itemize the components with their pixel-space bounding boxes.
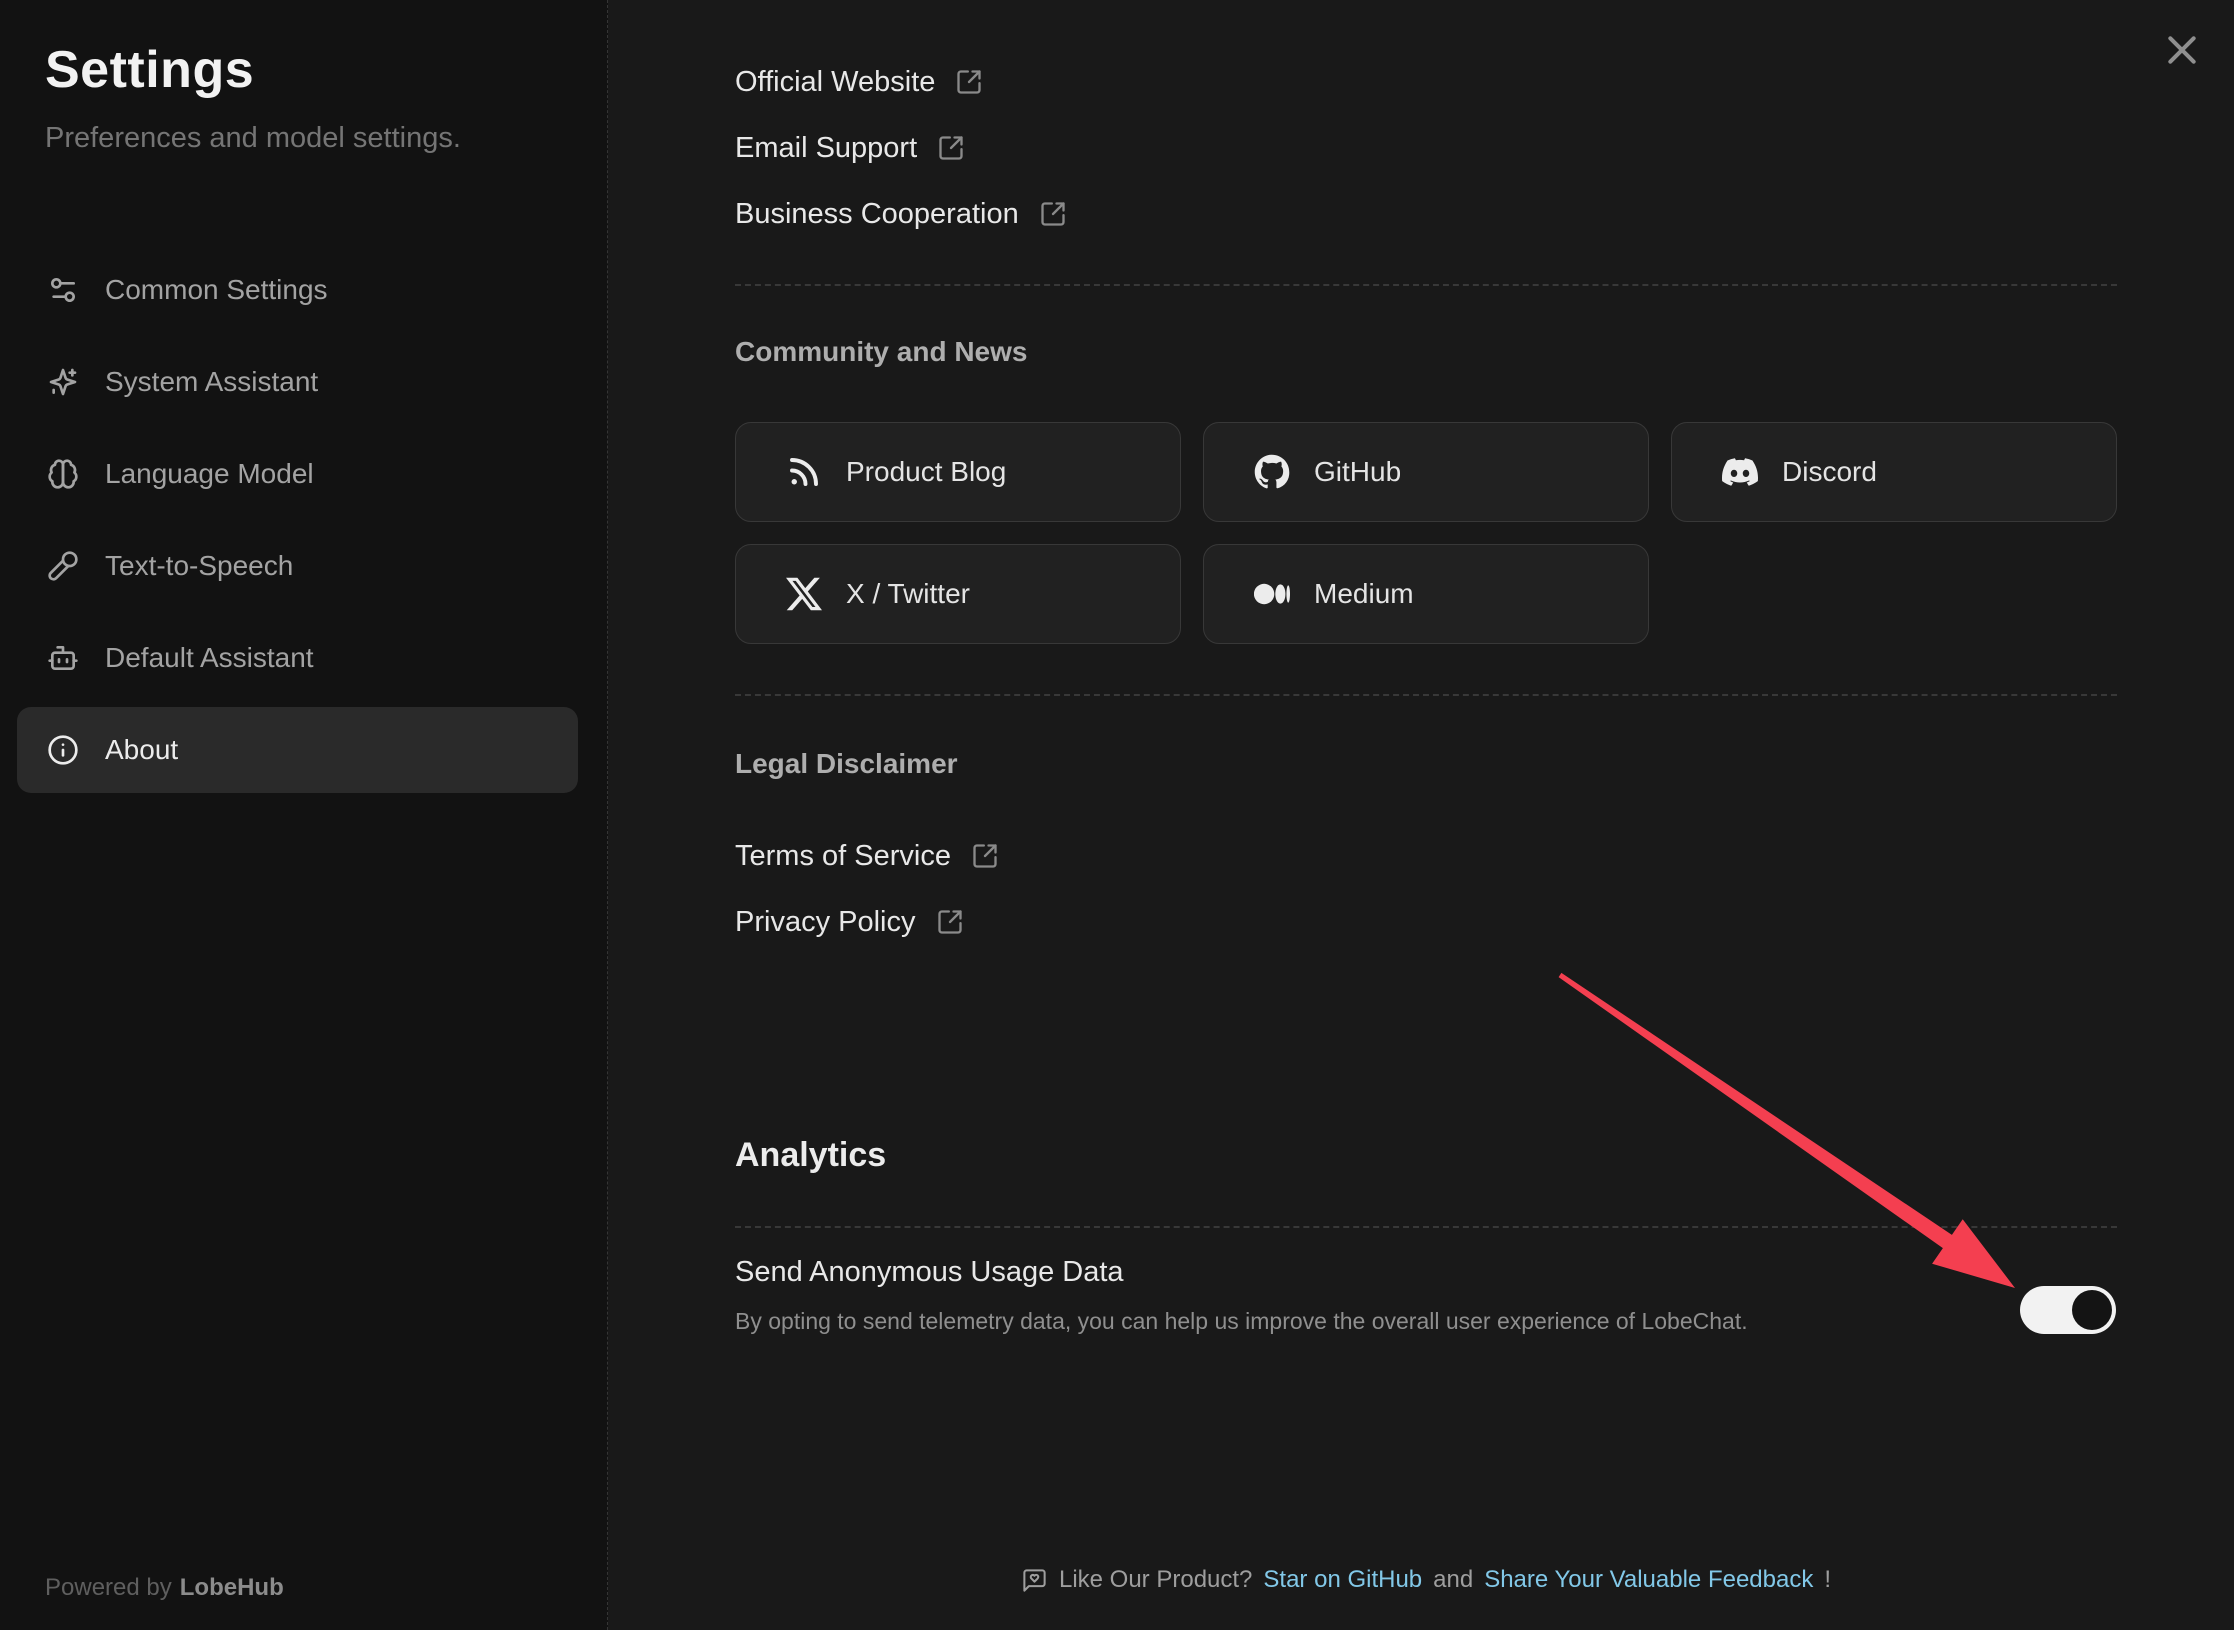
share-feedback-link[interactable]: Share Your Valuable Feedback bbox=[1484, 1566, 1813, 1594]
sidebar-item-label: Common Settings bbox=[105, 274, 328, 306]
usage-data-toggle[interactable] bbox=[2020, 1286, 2116, 1334]
external-link-icon bbox=[955, 68, 983, 96]
email-support-link[interactable]: Email Support bbox=[735, 126, 965, 170]
github-icon bbox=[1254, 454, 1290, 490]
sidebar-item-language-model[interactable]: Language Model bbox=[17, 431, 578, 517]
x-twitter-icon bbox=[786, 576, 822, 612]
sidebar: Settings Preferences and model settings.… bbox=[0, 0, 608, 1630]
discord-icon bbox=[1722, 454, 1758, 490]
main-footer: Like Our Product? Star on GitHub and Sha… bbox=[735, 1560, 2117, 1600]
business-cooperation-link[interactable]: Business Cooperation bbox=[735, 192, 1067, 236]
medium-button[interactable]: Medium bbox=[1203, 544, 1649, 644]
sidebar-item-label: Default Assistant bbox=[105, 642, 314, 674]
star-on-github-link[interactable]: Star on GitHub bbox=[1263, 1566, 1422, 1594]
brain-icon bbox=[47, 458, 79, 490]
analytics-title: Analytics bbox=[735, 1136, 886, 1175]
sidebar-item-common-settings[interactable]: Common Settings bbox=[17, 247, 578, 333]
external-link-icon bbox=[971, 842, 999, 870]
section-divider bbox=[735, 694, 2117, 696]
sidebar-item-text-to-speech[interactable]: Text-to-Speech bbox=[17, 523, 578, 609]
sidebar-item-label: Text-to-Speech bbox=[105, 550, 293, 582]
lobehub-brand-link[interactable]: LobeHub bbox=[180, 1574, 284, 1601]
sidebar-item-label: System Assistant bbox=[105, 366, 318, 398]
external-link-icon bbox=[937, 134, 965, 162]
discord-button[interactable]: Discord bbox=[1671, 422, 2117, 522]
legal-disclaimer-title: Legal Disclaimer bbox=[735, 748, 958, 780]
about-panel: Contact Us Official Website Email Suppor… bbox=[608, 0, 2234, 1630]
sidebar-item-about[interactable]: About bbox=[17, 707, 578, 793]
sidebar-item-label: About bbox=[105, 734, 178, 766]
sparkles-icon bbox=[47, 366, 79, 398]
section-divider bbox=[735, 1226, 2117, 1228]
official-website-link[interactable]: Official Website bbox=[735, 60, 983, 104]
about-content: Contact Us Official Website Email Suppor… bbox=[735, 0, 2117, 1630]
community-news-title: Community and News bbox=[735, 336, 1027, 368]
medium-icon bbox=[1254, 576, 1290, 612]
settings-modal: Settings Preferences and model settings.… bbox=[0, 0, 2234, 1630]
section-divider bbox=[735, 284, 2117, 286]
x-twitter-button[interactable]: X / Twitter bbox=[735, 544, 1181, 644]
external-link-icon bbox=[936, 908, 964, 936]
sliders-icon bbox=[47, 274, 79, 306]
info-icon bbox=[47, 734, 79, 766]
close-icon bbox=[2162, 30, 2202, 70]
footer-prefix: Like Our Product? bbox=[1059, 1566, 1252, 1594]
usage-data-description: By opting to send telemetry data, you ca… bbox=[735, 1308, 1748, 1335]
external-link-icon bbox=[1039, 200, 1067, 228]
privacy-policy-link[interactable]: Privacy Policy bbox=[735, 900, 964, 944]
community-buttons: Product Blog GitHub Discord bbox=[735, 422, 2117, 644]
sidebar-item-system-assistant[interactable]: System Assistant bbox=[17, 339, 578, 425]
terms-of-service-link[interactable]: Terms of Service bbox=[735, 834, 999, 878]
product-blog-button[interactable]: Product Blog bbox=[735, 422, 1181, 522]
mic-icon bbox=[47, 550, 79, 582]
github-button[interactable]: GitHub bbox=[1203, 422, 1649, 522]
bot-icon bbox=[47, 642, 79, 674]
page-subtitle: Preferences and model settings. bbox=[45, 122, 461, 155]
feedback-heart-icon bbox=[1021, 1567, 1048, 1594]
powered-by: Powered by LobeHub bbox=[45, 1574, 284, 1602]
contact-us-title: Contact Us bbox=[735, 0, 883, 6]
rss-icon bbox=[786, 454, 822, 490]
toggle-knob bbox=[2072, 1290, 2112, 1330]
sidebar-item-default-assistant[interactable]: Default Assistant bbox=[17, 615, 578, 701]
close-button[interactable] bbox=[2156, 24, 2208, 76]
footer-suffix: ! bbox=[1824, 1566, 1831, 1594]
page-title: Settings bbox=[45, 40, 254, 100]
sidebar-item-label: Language Model bbox=[105, 458, 314, 490]
footer-conjunction: and bbox=[1433, 1566, 1473, 1594]
powered-by-text: Powered by bbox=[45, 1574, 172, 1601]
usage-data-label: Send Anonymous Usage Data bbox=[735, 1256, 1124, 1289]
